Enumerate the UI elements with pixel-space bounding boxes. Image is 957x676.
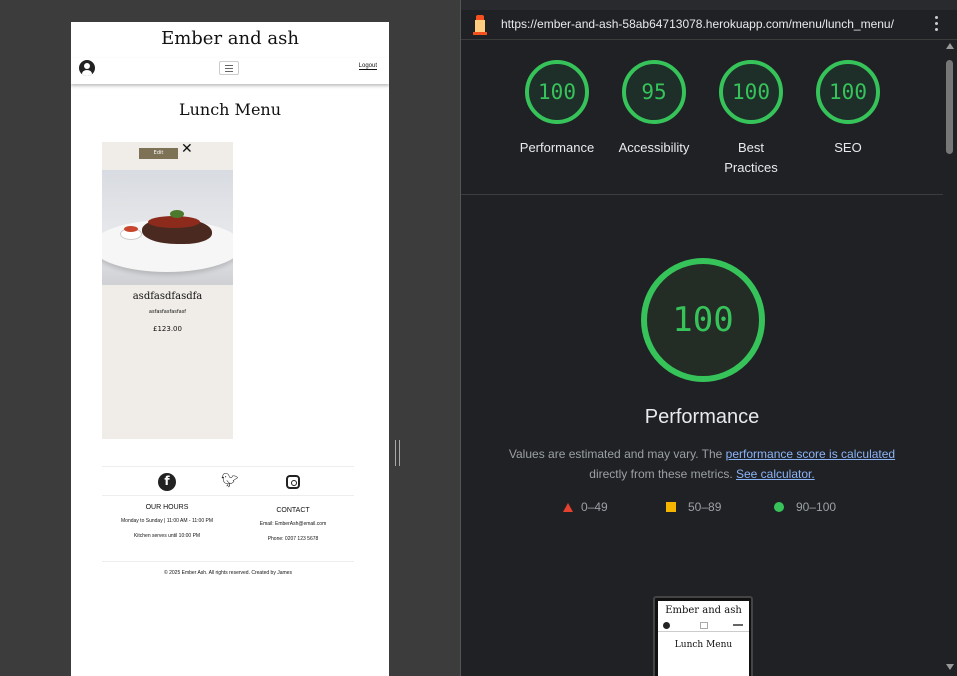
dish-name: asdfasdfasdfa [132, 291, 203, 302]
menu-item-card: Edit ✕ asdfasdfasdfa asfasfasfasfasf £12… [102, 141, 233, 439]
fail-triangle-icon [563, 503, 573, 512]
dish-photo [102, 170, 233, 285]
logout-link[interactable]: Logout [358, 63, 377, 70]
site-navbar: Logout [71, 58, 389, 84]
hours-line: Monday to Sunday | 11:00 AM - 11:00 PM [121, 518, 213, 524]
legend-average: 50–89 [666, 500, 721, 514]
gauge-seo[interactable]: 100 SEO [798, 60, 898, 158]
instagram-icon[interactable] [284, 473, 302, 491]
legend-pass-range: 90–100 [796, 500, 837, 514]
report-url-bar: https://ember-and-ash-58ab64713078.herok… [461, 10, 957, 40]
gauge-label: Performance [519, 140, 595, 155]
gauge-performance[interactable]: 100 Performance [507, 60, 607, 158]
scroll-down-icon[interactable] [946, 664, 954, 670]
gauge-ring: 100 [525, 60, 589, 124]
thumbnail-site-title: Ember and ash [665, 605, 742, 616]
footer-hours: OUR HOURS Monday to Sunday | 11:00 AM - … [102, 504, 232, 548]
average-square-icon [666, 502, 676, 512]
kitchen-hours-line: Kitchen serves until 10:00 PM [133, 533, 201, 539]
footer-columns: OUR HOURS Monday to Sunday | 11:00 AM - … [102, 496, 354, 562]
hours-heading: OUR HOURS [145, 504, 189, 511]
dish-price: £123.00 [153, 325, 182, 333]
edit-button[interactable]: Edit [139, 148, 178, 159]
thumbnail-content: Ember and ash Lunch Menu [658, 601, 749, 676]
category-title: Performance [644, 406, 760, 428]
more-options-icon[interactable] [935, 16, 939, 34]
report-scrollbar[interactable] [943, 40, 957, 676]
contact-phone[interactable]: Phone: 0207 123 5678 [232, 536, 354, 542]
facebook-icon[interactable]: f [158, 473, 176, 491]
dish-description: asfasfasfasfasf [148, 309, 187, 315]
score-description: Values are estimated and may vary. The p… [491, 444, 913, 484]
legend-pass: 90–100 [774, 500, 836, 514]
pane-resize-handle[interactable] [395, 440, 401, 466]
legend-average-range: 50–89 [688, 500, 722, 514]
menu-heading: Lunch Menu [178, 100, 282, 119]
hamburger-menu-button[interactable] [219, 61, 239, 75]
site-footer: f 🐦︎ OUR HOURS Monday to Sunday | 11:00 … [102, 466, 354, 576]
gauge-label: SEO [834, 140, 862, 155]
device-preview-pane: Ember and ash Logout Lunch Menu Edit ✕ a… [0, 0, 460, 676]
contact-email[interactable]: Email: EmberAsh@email.com [232, 521, 354, 527]
score-gauges: 100 Performance 95 Accessibility 100 Bes… [461, 40, 957, 195]
gauge-ring: 100 [816, 60, 880, 124]
main-score-gauge: 100 [641, 258, 765, 382]
thumbnail-navbar [658, 620, 749, 632]
legend-fail: 0–49 [563, 500, 608, 514]
contact-heading: CONTACT [276, 507, 310, 514]
gauge-best-practices[interactable]: 100 Best Practices [701, 60, 801, 178]
user-account-icon[interactable] [79, 60, 95, 76]
devtools-top-strip [461, 0, 957, 10]
lighthouse-report-pane: https://ember-and-ash-58ab64713078.herok… [460, 0, 957, 676]
gauge-ring: 95 [622, 60, 686, 124]
score-calculated-link[interactable]: performance score is calculated [726, 447, 895, 461]
scroll-thumb[interactable] [946, 60, 953, 154]
copyright-text: © 2025 Ember Ash. All rights reserved. C… [164, 570, 292, 576]
lighthouse-icon [473, 15, 487, 35]
scroll-up-icon[interactable] [946, 43, 954, 49]
desc-text: directly from these metrics. [589, 467, 736, 481]
mobile-viewport: Ember and ash Logout Lunch Menu Edit ✕ a… [71, 22, 389, 676]
gauge-label: Accessibility [618, 140, 690, 155]
thumbnail-heading: Lunch Menu [674, 640, 733, 650]
twitter-icon[interactable]: 🐦︎ [221, 473, 239, 491]
gauge-accessibility[interactable]: 95 Accessibility [604, 60, 704, 158]
see-calculator-link[interactable]: See calculator. [736, 467, 815, 481]
site-title[interactable]: Ember and ash [71, 22, 389, 58]
desc-text: Values are estimated and may vary. The [508, 447, 726, 461]
gauge-label: Best Practices [724, 140, 778, 175]
page-screenshot-thumbnail[interactable]: Ember and ash Lunch Menu [653, 596, 753, 676]
pass-circle-icon [774, 502, 784, 512]
legend-fail-range: 0–49 [581, 500, 608, 514]
gauge-ring: 100 [719, 60, 783, 124]
delete-close-icon[interactable]: ✕ [181, 141, 193, 157]
report-url[interactable]: https://ember-and-ash-58ab64713078.herok… [501, 17, 894, 31]
footer-contact: CONTACT Email: EmberAsh@email.com Phone:… [232, 507, 354, 551]
social-links: f 🐦︎ [102, 466, 354, 496]
